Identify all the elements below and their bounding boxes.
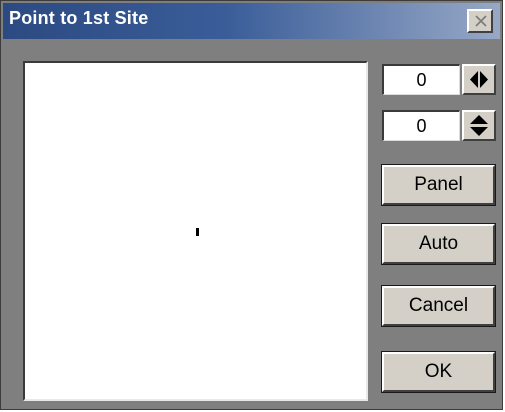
up-down-arrows-icon bbox=[470, 115, 488, 136]
title-bar[interactable]: Point to 1st Site bbox=[3, 3, 500, 39]
dialog-window: Point to 1st Site 0 0 Panel Auto Cancel … bbox=[0, 0, 503, 410]
vertical-offset-field[interactable]: 0 bbox=[382, 110, 460, 141]
horizontal-spin-button[interactable] bbox=[462, 64, 496, 95]
panel-button[interactable]: Panel bbox=[381, 164, 496, 206]
vertical-offset-control: 0 bbox=[382, 110, 496, 141]
horizontal-offset-field[interactable]: 0 bbox=[382, 64, 460, 95]
auto-button[interactable]: Auto bbox=[381, 223, 496, 265]
window-title: Point to 1st Site bbox=[9, 8, 149, 28]
cancel-button[interactable]: Cancel bbox=[381, 285, 496, 327]
ok-button[interactable]: OK bbox=[381, 351, 496, 393]
close-button[interactable] bbox=[467, 9, 493, 33]
site-preview-canvas[interactable] bbox=[23, 61, 368, 401]
vertical-spin-button[interactable] bbox=[462, 110, 496, 141]
site-marker bbox=[196, 228, 199, 236]
close-icon bbox=[475, 15, 487, 27]
left-right-arrows-icon bbox=[470, 71, 488, 88]
horizontal-offset-control: 0 bbox=[382, 64, 496, 95]
